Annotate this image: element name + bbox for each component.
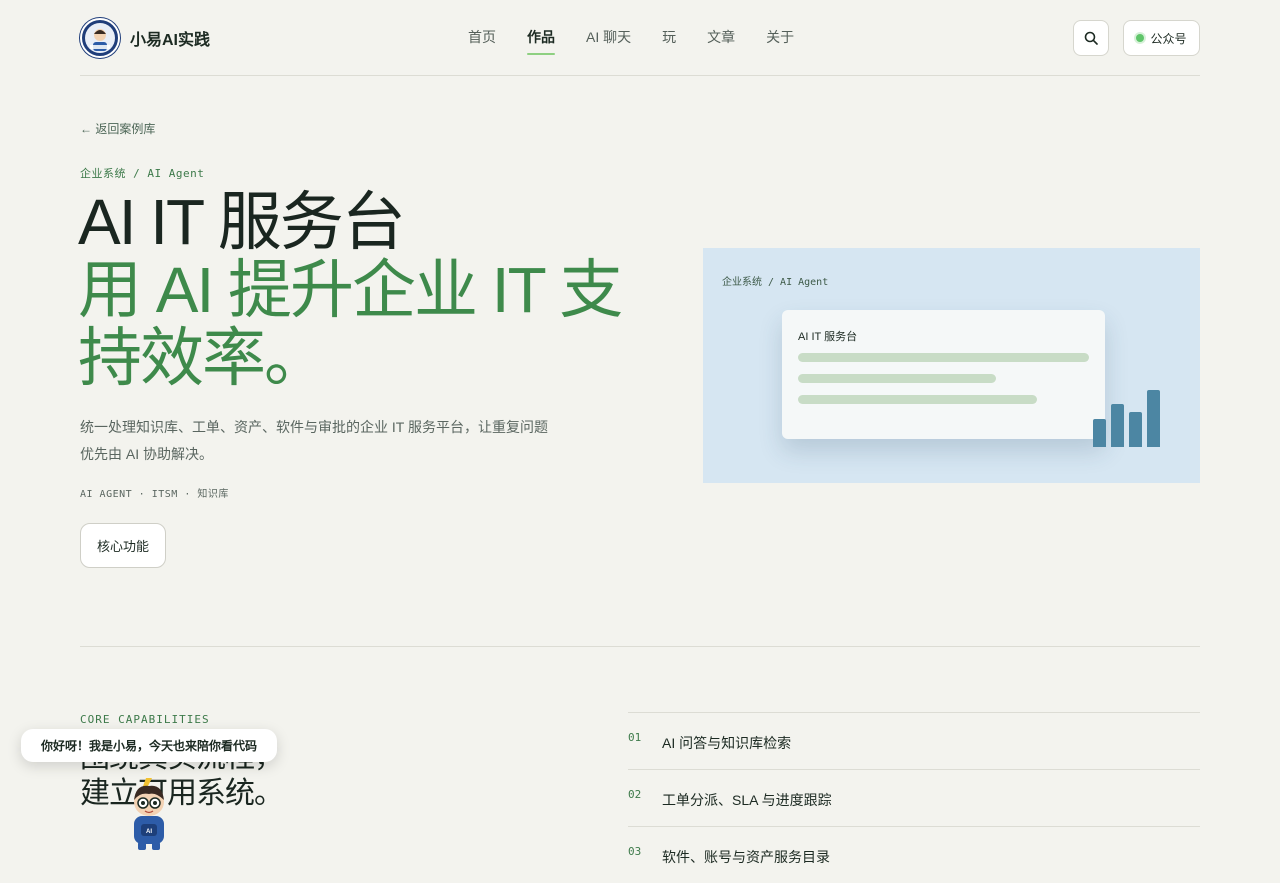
feature-text: 软件、账号与资产服务目录 — [662, 849, 830, 865]
capabilities-list: 01 AI 问答与知识库检索 02 工单分派、SLA 与进度跟踪 03 软件、账… — [628, 712, 1200, 883]
logo-avatar — [80, 18, 120, 58]
search-icon — [1084, 31, 1098, 45]
nav-item-articles[interactable]: 文章 — [707, 0, 735, 75]
core-features-button[interactable]: 核心功能 — [80, 523, 166, 568]
feature-number: 01 — [628, 731, 642, 744]
feature-text: AI 问答与知识库检索 — [662, 735, 792, 751]
capabilities-title-line-2: 建立可用系统。 — [80, 777, 284, 810]
list-item: 01 AI 问答与知识库检索 — [628, 712, 1200, 769]
placeholder-line — [798, 353, 1089, 362]
nav-item-ai-chat[interactable]: AI 聊天 — [586, 0, 631, 75]
nav-item-about[interactable]: 关于 — [766, 0, 794, 75]
site-logo[interactable]: 小易AI实践 — [80, 18, 210, 58]
list-item: 03 软件、账号与资产服务目录 — [628, 826, 1200, 883]
page-title: AI IT 服务台 用 AI 提升企业 IT 支持效率。 — [78, 188, 638, 392]
back-to-cases-link[interactable]: ← 返回案例库 — [80, 120, 155, 137]
main-nav: 首页 作品 AI 聊天 玩 文章 关于 — [468, 0, 825, 75]
bar-graphic-bar — [1093, 419, 1106, 447]
placeholder-line — [798, 374, 996, 383]
bar-graphic-bar — [1111, 404, 1124, 447]
mascot-widget[interactable]: AI — [126, 776, 172, 852]
title-line-2: 用 AI 提升企业 IT 支持效率。 — [78, 254, 623, 394]
nav-item-home[interactable]: 首页 — [468, 0, 496, 75]
project-description: 统一处理知识库、工单、资产、软件与审批的企业 IT 服务平台，让重复问题优先由 … — [80, 419, 548, 462]
avatar-icon — [85, 23, 115, 53]
bar-graphic-bar — [1129, 412, 1142, 447]
nav-item-play[interactable]: 玩 — [662, 0, 676, 75]
preview-card-title: AI IT 服务台 — [798, 331, 858, 343]
feature-number: 03 — [628, 845, 642, 858]
preview-breadcrumb: 企业系统 / AI Agent — [722, 277, 829, 288]
list-item: 02 工单分派、SLA 与进度跟踪 — [628, 769, 1200, 826]
logo-text: 小易AI实践 — [130, 32, 211, 49]
placeholder-line — [798, 395, 1037, 404]
breadcrumb: 企业系统 / AI Agent — [80, 167, 205, 180]
feature-number: 02 — [628, 788, 642, 801]
bar-graphic-bar — [1147, 390, 1160, 447]
status-dot-icon — [1136, 34, 1145, 42]
site-header: 小易AI实践 首页 作品 AI 聊天 玩 文章 关于 公众号 — [80, 0, 1200, 76]
wechat-account-label: 公众号 — [1150, 31, 1187, 46]
preview-mock-card: AI IT 服务台 — [782, 310, 1105, 439]
nav-item-works[interactable]: 作品 — [527, 0, 555, 75]
title-line-1: AI IT 服务台 — [78, 186, 406, 258]
section-divider — [80, 646, 1200, 647]
project-tags: AI AGENT · ITSM · 知识库 — [80, 489, 229, 500]
bar-graphic — [1093, 389, 1163, 447]
mascot-speech-bubble[interactable]: 你好呀！我是小易，今天也来陪你看代码 — [21, 729, 277, 762]
capabilities-label: CORE CAPABILITIES — [80, 713, 210, 726]
project-preview: 企业系统 / AI Agent AI IT 服务台 — [703, 248, 1200, 483]
mascot-character-icon: AI — [134, 778, 164, 850]
mascot-badge: AI — [146, 829, 152, 835]
wechat-account-button[interactable]: 公众号 — [1123, 20, 1200, 56]
search-button[interactable] — [1073, 20, 1109, 56]
feature-text: 工单分派、SLA 与进度跟踪 — [662, 792, 832, 808]
